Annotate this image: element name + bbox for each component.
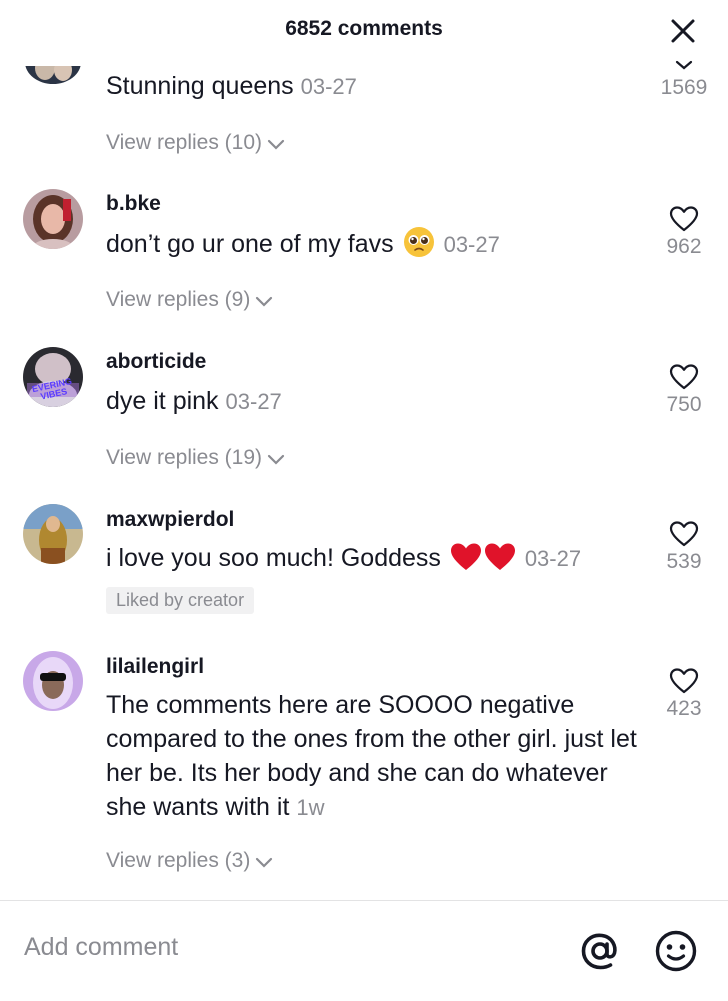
- comment-date: 03-27: [300, 74, 357, 99]
- heart-outline-icon: [669, 668, 699, 694]
- like-count: 539: [666, 550, 702, 573]
- close-icon: [671, 19, 695, 43]
- chevron-down-icon: [267, 454, 285, 465]
- comment-username[interactable]: maxwpierdol: [106, 508, 234, 532]
- avatar[interactable]: [23, 504, 83, 564]
- liked-by-creator-badge: Liked by creator: [106, 587, 255, 614]
- close-button[interactable]: [668, 16, 698, 46]
- comments-count-title: 6852 comments: [285, 17, 443, 40]
- pleading-face-emoji: [403, 226, 435, 267]
- smiley-icon: [655, 930, 697, 972]
- add-comment-input[interactable]: Add comment: [24, 933, 178, 962]
- comment-date: 03-27: [225, 389, 282, 414]
- emoji-picker-button[interactable]: [654, 929, 698, 978]
- chevron-down-icon: [256, 296, 273, 307]
- like-button[interactable]: 1569: [650, 60, 718, 100]
- comment-text: dye it pink 03-27: [106, 387, 282, 415]
- comment-text: Stunning queens 03-27: [106, 72, 357, 100]
- avatar[interactable]: EVERING VIBES: [23, 347, 83, 407]
- comments-header: 6852 comments: [0, 0, 728, 62]
- like-count: 423: [666, 697, 702, 720]
- comment-text: The comments here are SOOOO negative com…: [106, 691, 637, 821]
- like-button[interactable]: 539: [650, 520, 718, 574]
- at-icon: [581, 933, 617, 970]
- comment-username[interactable]: b.bke: [106, 192, 161, 216]
- mention-button[interactable]: [578, 929, 622, 978]
- avatar[interactable]: [23, 189, 83, 249]
- like-button[interactable]: 750: [650, 363, 718, 417]
- like-button[interactable]: 423: [650, 667, 718, 721]
- like-count: 962: [666, 235, 702, 258]
- comment-composer: Add comment: [0, 900, 728, 1001]
- comment-text: i love you soo much! Goddess 03-27: [106, 541, 646, 581]
- chevron-up-icon: [675, 60, 693, 70]
- heart-outline-icon: [669, 364, 699, 390]
- comment-username[interactable]: aborticide: [106, 350, 206, 374]
- like-count: 1569: [660, 76, 708, 99]
- like-button[interactable]: 962: [650, 205, 718, 259]
- view-replies-link[interactable]: View replies (19): [106, 446, 285, 470]
- view-replies-link[interactable]: View replies (10): [106, 131, 285, 155]
- avatar-sliver: [23, 62, 83, 88]
- comment-date: 03-27: [443, 232, 500, 257]
- view-replies-link[interactable]: View replies (9): [106, 288, 273, 312]
- heart-outline-icon: [669, 206, 699, 232]
- comment-date: 1w: [296, 795, 325, 820]
- heart-outline-icon: [669, 521, 699, 547]
- comment-username[interactable]: lilailengirl: [106, 655, 204, 679]
- like-count: 750: [666, 393, 702, 416]
- chevron-down-icon: [256, 857, 273, 868]
- comment-text: don’t go ur one of my favs 03-27: [106, 226, 646, 267]
- view-replies-link[interactable]: View replies (3): [106, 849, 273, 873]
- red-heart-emoji: [450, 542, 516, 581]
- chevron-down-icon: [267, 139, 285, 150]
- avatar[interactable]: [23, 651, 83, 711]
- comment-date: 03-27: [524, 546, 582, 571]
